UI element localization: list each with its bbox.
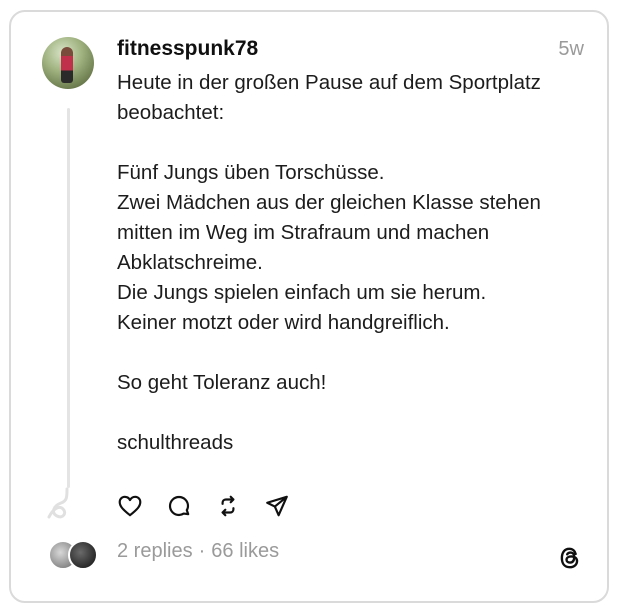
post-time: 5w <box>558 38 584 60</box>
post-text: Heute in der großen Pause auf dem Sportp… <box>117 71 541 454</box>
comment-icon <box>168 495 190 517</box>
stats-separator: · <box>198 540 206 562</box>
share-icon <box>266 495 288 517</box>
avatar[interactable] <box>42 37 94 89</box>
reply-avatar <box>68 540 98 570</box>
post-stats: 2 replies · 66 likes <box>117 540 279 563</box>
repost-icon <box>221 495 235 517</box>
threads-logo-icon[interactable] <box>557 545 583 571</box>
comment-button[interactable] <box>166 493 192 519</box>
heart-icon <box>118 495 142 517</box>
thread-loop-icon <box>47 487 69 519</box>
avatar-person <box>61 47 73 83</box>
likes-count[interactable]: 66 likes <box>211 540 279 563</box>
share-button[interactable] <box>264 493 290 519</box>
action-bar <box>117 493 290 521</box>
reply-avatars <box>48 540 104 570</box>
username[interactable]: fitnesspunk78 <box>117 37 258 61</box>
replies-count[interactable]: 2 replies <box>117 540 193 563</box>
repost-button[interactable] <box>215 493 241 519</box>
thread-line <box>67 108 70 488</box>
like-button[interactable] <box>117 493 143 519</box>
